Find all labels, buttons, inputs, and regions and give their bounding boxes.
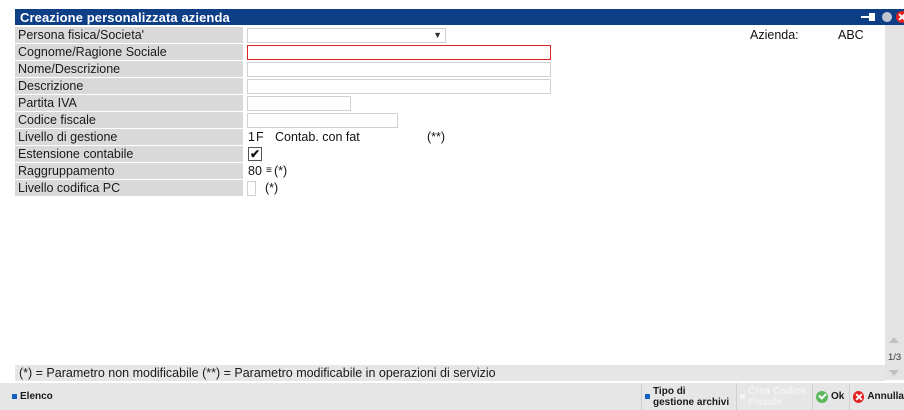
raggruppamento-value[interactable]: 80 bbox=[248, 163, 262, 179]
divider bbox=[736, 383, 737, 410]
nome-label: Nome/Descrizione bbox=[15, 61, 243, 77]
tipo-gestione-line2: gestione archivi bbox=[653, 396, 730, 408]
crea-codice-fiscale-button[interactable]: Crea Codice Fiscale bbox=[740, 383, 806, 410]
livello-gestione-note: (**) bbox=[427, 130, 446, 144]
divider bbox=[812, 383, 813, 410]
persona-label: Persona fisica/Societa' bbox=[15, 27, 243, 43]
estensione-label: Estensione contabile bbox=[15, 146, 243, 162]
crea-codice-line2: Fiscale bbox=[748, 396, 782, 408]
livello-gestione-label: Livello di gestione bbox=[15, 129, 243, 145]
scroll-up-icon[interactable] bbox=[889, 337, 899, 343]
azienda-value: ABC bbox=[838, 28, 864, 42]
cancel-icon bbox=[853, 390, 865, 403]
crea-codice-line1: Crea Codice bbox=[748, 385, 807, 397]
partita-iva-input[interactable] bbox=[247, 96, 351, 111]
livello-codifica-note: (*) bbox=[265, 181, 279, 195]
window-titlebar: Creazione personalizzata azienda bbox=[15, 9, 904, 25]
check-icon bbox=[816, 390, 828, 403]
raggruppamento-note: (*) bbox=[274, 164, 288, 178]
ok-label: Ok bbox=[831, 391, 845, 402]
scroll-down-icon[interactable] bbox=[889, 370, 899, 376]
row-raggruppamento: Raggruppamento 80 ≡ (*) bbox=[15, 163, 885, 179]
function-bar: Elenco Tipo di gestione archivi Crea Cod… bbox=[0, 383, 904, 410]
tipo-gestione-button[interactable]: Tipo di gestione archivi bbox=[645, 383, 729, 410]
descrizione-label: Descrizione bbox=[15, 78, 243, 94]
window-title: Creazione personalizzata azienda bbox=[20, 10, 230, 25]
window-controls bbox=[860, 11, 904, 23]
minimize-icon[interactable] bbox=[882, 12, 892, 22]
vertical-scrollbar[interactable]: 1/3 bbox=[885, 25, 904, 380]
estensione-checkbox[interactable]: ✔ bbox=[248, 147, 262, 161]
tipo-gestione-label: Tipo di gestione archivi bbox=[653, 386, 729, 408]
livello-codifica-input[interactable] bbox=[247, 181, 256, 196]
livello-gestione-value[interactable]: 1F bbox=[248, 129, 265, 145]
tipo-gestione-line1: Tipo di bbox=[653, 385, 686, 397]
crea-codice-label: Crea Codice Fiscale bbox=[748, 386, 806, 408]
ok-button[interactable]: Ok bbox=[816, 383, 844, 410]
square-icon bbox=[12, 394, 17, 399]
legend-note: (*) = Parametro non modificabile (**) = … bbox=[15, 365, 885, 381]
square-icon bbox=[645, 394, 650, 399]
nome-input[interactable] bbox=[247, 62, 551, 77]
annulla-label: Annulla bbox=[867, 391, 904, 402]
divider bbox=[849, 383, 850, 410]
elenco-label: Elenco bbox=[20, 391, 53, 402]
divider bbox=[641, 383, 642, 410]
row-livello-codifica: Livello codifica PC (*) bbox=[15, 180, 885, 196]
pin-icon[interactable] bbox=[860, 11, 878, 23]
raggruppamento-label: Raggruppamento bbox=[15, 163, 243, 179]
annulla-button[interactable]: Annulla bbox=[853, 383, 904, 410]
row-livello-gestione: Livello di gestione 1F Contab. con fat (… bbox=[15, 129, 885, 145]
page-indicator: 1/3 bbox=[888, 352, 902, 363]
close-icon[interactable] bbox=[896, 11, 904, 23]
square-icon bbox=[740, 394, 745, 399]
chevron-down-icon[interactable]: ▼ bbox=[433, 29, 442, 42]
persona-select[interactable]: ▼ bbox=[247, 28, 446, 43]
form-area: Azienda: ABC Persona fisica/Societa' ▼ C… bbox=[15, 25, 885, 365]
cognome-input[interactable] bbox=[247, 45, 551, 60]
azienda-label: Azienda: bbox=[750, 28, 799, 42]
lookup-icon[interactable]: ≡ bbox=[266, 163, 272, 179]
elenco-button[interactable]: Elenco bbox=[12, 383, 53, 410]
codice-fiscale-input[interactable] bbox=[247, 113, 398, 128]
partita-iva-label: Partita IVA bbox=[15, 95, 243, 111]
cognome-label: Cognome/Ragione Sociale bbox=[15, 44, 243, 60]
codice-fiscale-label: Codice fiscale bbox=[15, 112, 243, 128]
livello-codifica-label: Livello codifica PC bbox=[15, 180, 243, 196]
descrizione-input[interactable] bbox=[247, 79, 551, 94]
livello-gestione-desc: Contab. con fat bbox=[275, 130, 360, 144]
